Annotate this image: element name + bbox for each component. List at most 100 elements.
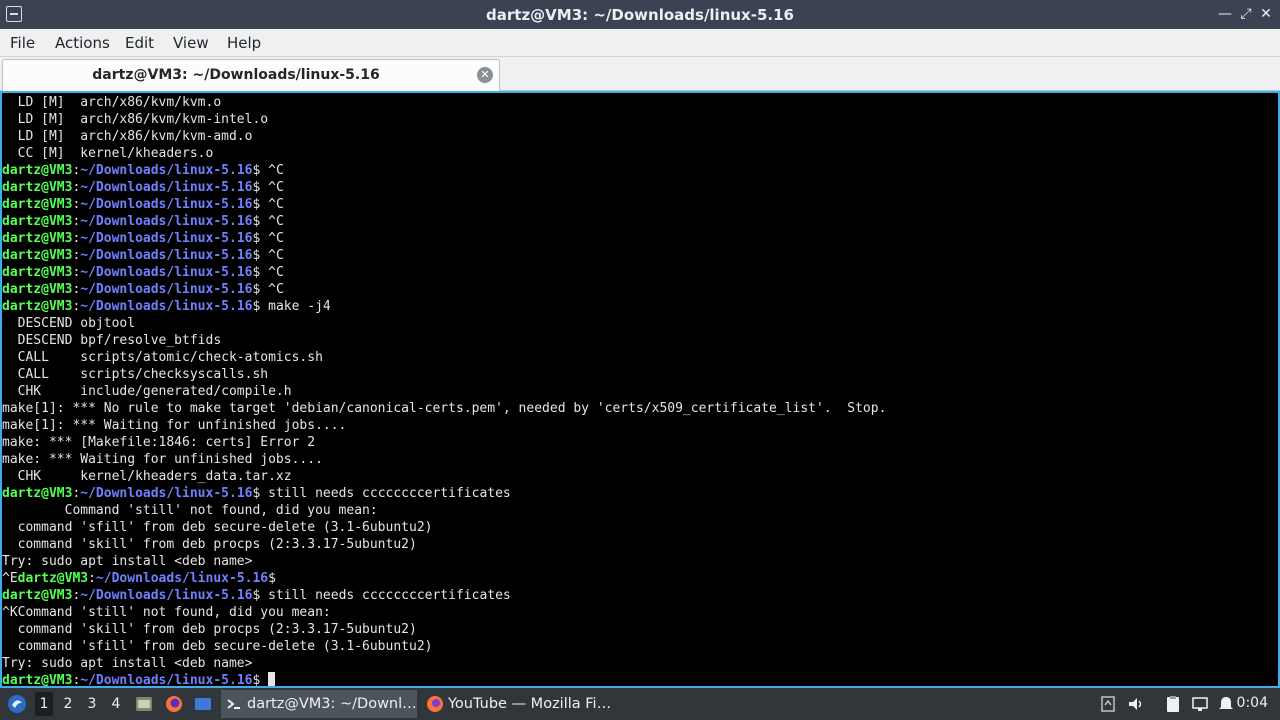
command-text: ^C	[260, 265, 284, 280]
output-line: LD [M] arch/x86/kvm/kvm-intel.o	[2, 112, 269, 127]
menu-view[interactable]: View	[173, 34, 209, 52]
volume-icon[interactable]	[1126, 694, 1146, 714]
menu-help[interactable]: Help	[227, 34, 261, 52]
prompt-user: dartz@VM3	[2, 197, 73, 212]
output-line: make: *** Waiting for unfinished jobs...…	[2, 452, 323, 467]
output-line: Command 'still' not found, did you mean:	[2, 503, 378, 518]
firefox-icon[interactable]	[164, 694, 184, 714]
prompt-path: ~/Downloads/linux-5.16	[80, 282, 253, 297]
prompt-path: ~/Downloads/linux-5.16	[80, 486, 253, 501]
prompt-path: ~/Downloads/linux-5.16	[80, 231, 253, 246]
command-text: ^C	[260, 163, 284, 178]
output-line: ^KCommand 'still' not found, did you mea…	[2, 605, 331, 620]
output-line: CC [M] kernel/kheaders.o	[2, 146, 214, 161]
prompt-path: ~/Downloads/linux-5.16	[80, 588, 253, 603]
output-line: DESCEND objtool	[2, 316, 136, 331]
prompt-user: dartz@VM3	[2, 673, 73, 688]
taskbar: 1 2 3 4 dartz@VM3: ~/Downl… YouTube — Mo…	[0, 688, 1280, 720]
file-manager-icon[interactable]	[134, 694, 154, 714]
prompt-user: dartz@VM3	[2, 231, 73, 246]
clock[interactable]: 0:04	[1237, 695, 1268, 711]
prompt-path: ~/Downloads/linux-5.16	[80, 673, 253, 688]
task-firefox[interactable]: YouTube — Mozilla Fi…	[422, 690, 618, 718]
prompt-user: dartz@VM3	[2, 214, 73, 229]
prompt-user: dartz@VM3	[2, 282, 73, 297]
prompt-line: dartz@VM3:~/Downloads/linux-5.16$ ^C	[2, 282, 284, 297]
prompt-user: dartz@VM3	[2, 299, 73, 314]
output-line: command 'sfill' from deb secure-delete (…	[2, 520, 433, 535]
command-text	[260, 673, 268, 686]
workspace-2[interactable]: 2	[59, 696, 77, 712]
tab-bar: dartz@VM3: ~/Downloads/linux-5.16 ✕	[0, 57, 1280, 91]
output-line: command 'skill' from deb procps (2:3.3.1…	[2, 622, 417, 637]
output-line: LD [M] arch/x86/kvm/kvm-amd.o	[2, 129, 253, 144]
terminal-icon	[227, 699, 240, 709]
command-text: ^C	[260, 282, 284, 297]
prompt-line: dartz@VM3:~/Downloads/linux-5.16$ ^C	[2, 197, 284, 212]
menubar: File Actions Edit View Help	[0, 29, 1280, 57]
tab-label: dartz@VM3: ~/Downloads/linux-5.16	[92, 67, 380, 83]
control-char: ^E	[2, 571, 18, 586]
prompt-user: dartz@VM3	[2, 588, 73, 603]
prompt-line: dartz@VM3:~/Downloads/linux-5.16$ ^C	[2, 180, 284, 195]
close-button[interactable]: ✕	[1256, 4, 1276, 24]
command-text: ^C	[260, 180, 284, 195]
menu-actions[interactable]: Actions	[55, 34, 110, 52]
show-desktop-icon[interactable]	[193, 694, 213, 714]
command-text: ^C	[260, 248, 284, 263]
prompt-path: ~/Downloads/linux-5.16	[80, 214, 253, 229]
output-line: Try: sudo apt install <deb name>	[2, 554, 253, 569]
menu-file[interactable]: File	[10, 34, 35, 52]
firefox-icon	[427, 696, 443, 712]
clipboard-icon[interactable]	[1163, 694, 1183, 714]
output-line: CHK include/generated/compile.h	[2, 384, 292, 399]
prompt-line: dartz@VM3:~/Downloads/linux-5.16$ still …	[2, 588, 511, 603]
output-line: CALL scripts/atomic/check-atomics.sh	[2, 350, 323, 365]
terminal-output: LD [M] arch/x86/kvm/kvm.o LD [M] arch/x8…	[2, 94, 887, 688]
command-text: still needs ccccccccertificates	[260, 588, 511, 603]
output-line: LD [M] arch/x86/kvm/kvm.o	[2, 95, 222, 110]
prompt-path: ~/Downloads/linux-5.16	[95, 571, 269, 586]
command-text: ^C	[260, 231, 284, 246]
notifications-icon[interactable]	[1216, 694, 1236, 714]
prompt-line: dartz@VM3:~/Downloads/linux-5.16$ ^C	[2, 231, 284, 246]
command-text: make -j4	[260, 299, 331, 314]
task-label: YouTube — Mozilla Fi…	[448, 696, 612, 712]
output-line: command 'sfill' from deb secure-delete (…	[2, 639, 433, 654]
start-menu-icon[interactable]	[6, 693, 28, 715]
workspace-4[interactable]: 4	[107, 696, 125, 712]
network-icon[interactable]	[1190, 694, 1210, 714]
window-title: dartz@VM3: ~/Downloads/linux-5.16	[486, 6, 794, 24]
tray-expand-icon[interactable]	[1098, 694, 1118, 714]
prompt-user: dartz@VM3	[17, 571, 89, 586]
menu-edit[interactable]: Edit	[125, 34, 154, 52]
terminal-view[interactable]: LD [M] arch/x86/kvm/kvm.o LD [M] arch/x8…	[0, 91, 1280, 688]
command-text: ^C	[260, 197, 284, 212]
prompt-user: dartz@VM3	[2, 248, 73, 263]
output-line: command 'skill' from deb procps (2:3.3.1…	[2, 537, 417, 552]
prompt-line: dartz@VM3:~/Downloads/linux-5.16$ ^C	[2, 214, 284, 229]
task-terminal[interactable]: dartz@VM3: ~/Downl…	[221, 690, 417, 718]
output-line: DESCEND bpf/resolve_btfids	[2, 333, 222, 348]
prompt-path: ~/Downloads/linux-5.16	[80, 163, 253, 178]
output-line: make[1]: *** No rule to make target 'deb…	[2, 401, 887, 416]
tab-close-icon[interactable]: ✕	[477, 67, 493, 83]
window-titlebar[interactable]: dartz@VM3: ~/Downloads/linux-5.16 — ⤢ ✕	[0, 0, 1280, 29]
prompt-user: dartz@VM3	[2, 265, 73, 280]
prompt-path: ~/Downloads/linux-5.16	[80, 197, 253, 212]
output-line: CALL scripts/checksyscalls.sh	[2, 367, 269, 382]
command-text: ^C	[260, 214, 284, 229]
prompt-line: ^Edartz@VM3:~/Downloads/linux-5.16$	[2, 571, 276, 586]
tab-terminal[interactable]: dartz@VM3: ~/Downloads/linux-5.16 ✕	[2, 59, 500, 91]
output-line: make[1]: *** Waiting for unfinished jobs…	[2, 418, 347, 433]
prompt-line: dartz@VM3:~/Downloads/linux-5.16$ ^C	[2, 248, 284, 263]
minimize-button[interactable]: —	[1215, 4, 1235, 24]
workspace-3[interactable]: 3	[83, 696, 101, 712]
prompt-line: dartz@VM3:~/Downloads/linux-5.16$ make -…	[2, 299, 331, 314]
prompt-path: ~/Downloads/linux-5.16	[80, 180, 253, 195]
output-line: CHK kernel/kheaders_data.tar.xz	[2, 469, 292, 484]
workspace-1[interactable]: 1	[35, 692, 53, 716]
maximize-button[interactable]: ⤢	[1236, 4, 1256, 24]
prompt-user: dartz@VM3	[2, 486, 73, 501]
output-line: Try: sudo apt install <deb name>	[2, 656, 253, 671]
